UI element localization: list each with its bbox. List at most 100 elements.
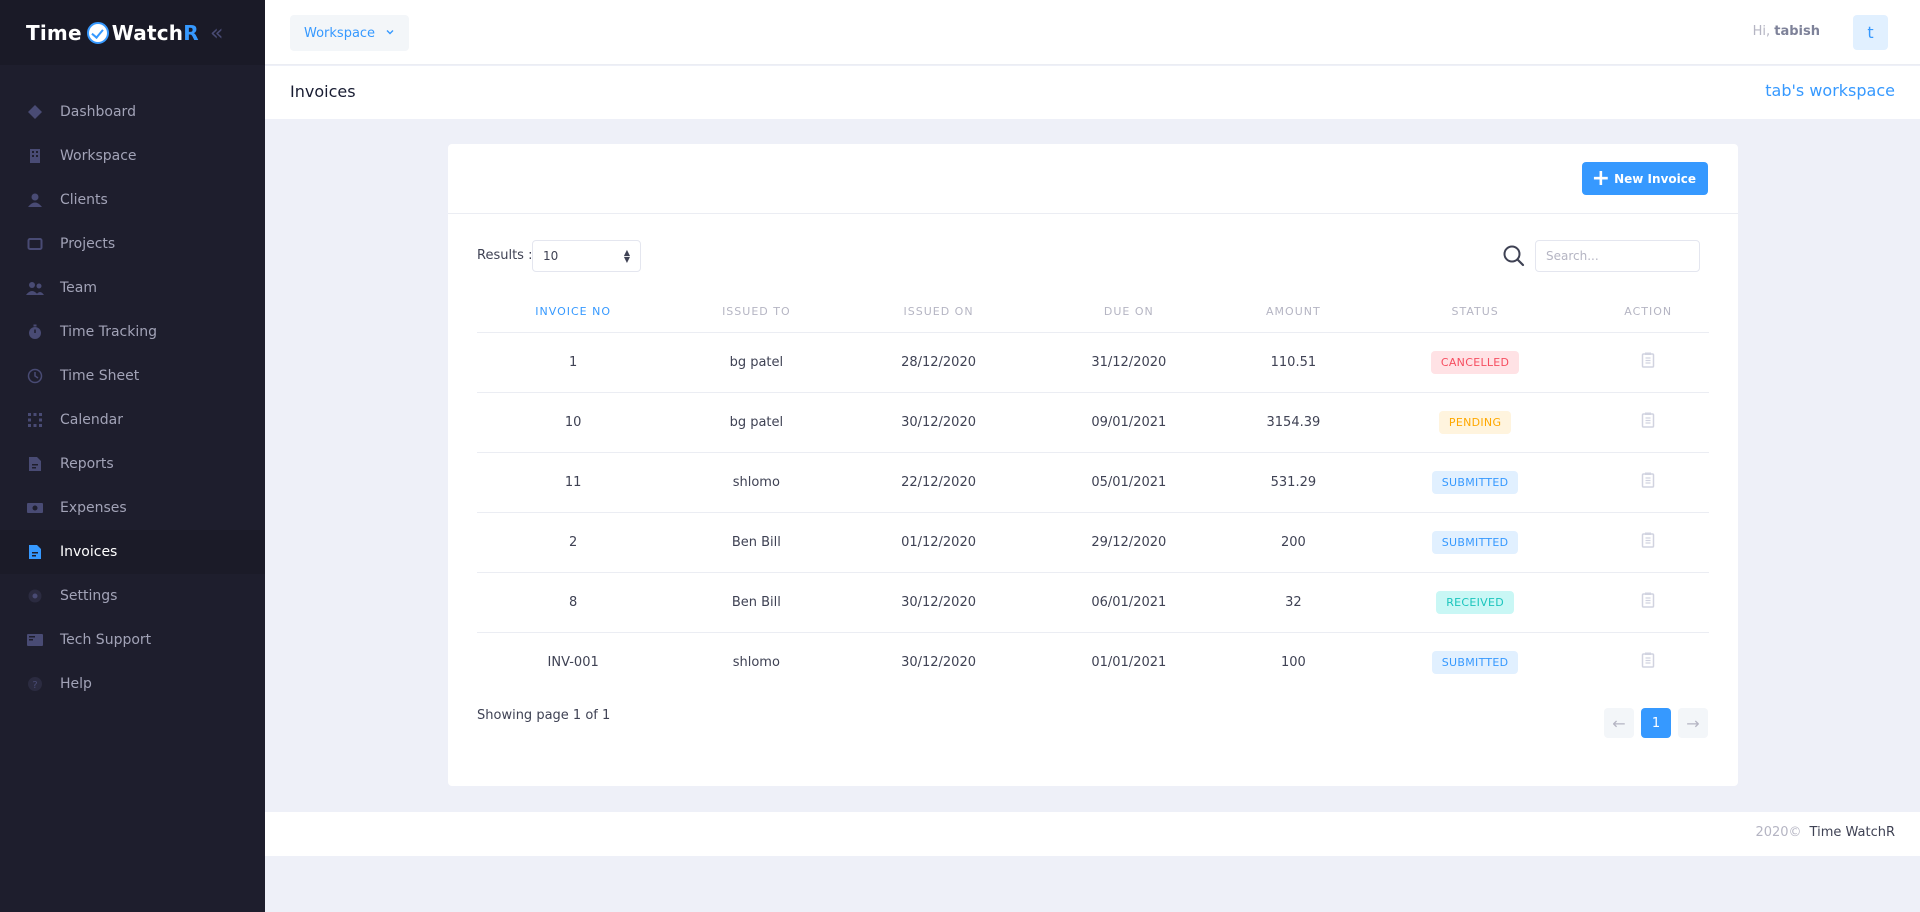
- cell-due-on: 29/12/2020: [1033, 512, 1224, 573]
- table-row[interactable]: INV-001 shlomo 30/12/2020 01/01/2021 100 SUBM…: [477, 632, 1709, 692]
- clock-check-icon: [86, 21, 109, 44]
- results-value: 10: [543, 249, 559, 263]
- sidebar-item-time-tracking[interactable]: Time Tracking: [0, 310, 265, 354]
- column-header-invoice-no[interactable]: INVOICE NO: [477, 292, 670, 333]
- sidebar-item-calendar[interactable]: Calendar: [0, 398, 265, 442]
- page-button-current[interactable]: 1: [1641, 708, 1671, 738]
- column-header-due-on[interactable]: DUE ON: [1033, 292, 1224, 333]
- cell-amount: 531.29: [1223, 452, 1363, 513]
- delete-icon[interactable]: [1641, 472, 1655, 492]
- sidebar-item-dashboard[interactable]: Dashboard: [0, 90, 265, 134]
- invoices-table: INVOICE NO ISSUED TO ISSUED ON DUE ON AMOUNT…: [477, 292, 1709, 692]
- footer-text: 2020© Time WatchR: [1755, 825, 1895, 840]
- workspace-dropdown-button[interactable]: Workspace: [290, 15, 410, 51]
- cell-issued-on: 28/12/2020: [843, 332, 1034, 393]
- support-icon: [26, 631, 44, 649]
- sidebar-item-time-sheet[interactable]: Time Sheet: [0, 354, 265, 398]
- status-badge: SUBMITTED: [1431, 530, 1519, 554]
- sidebar-item-label: Time Tracking: [60, 324, 157, 340]
- sidebar-item-expenses[interactable]: Expenses: [0, 486, 265, 530]
- sidebar-item-invoices[interactable]: Invoices: [0, 530, 265, 574]
- cell-status: SUBMITTED: [1363, 632, 1588, 692]
- sidebar-item-label: Reports: [60, 456, 114, 472]
- cell-due-on: 31/12/2020: [1033, 332, 1224, 393]
- calendar-icon: [26, 411, 44, 429]
- sidebar-item-label: Settings: [60, 588, 118, 604]
- cell-action: [1587, 452, 1709, 513]
- table-row[interactable]: 2 Ben Bill 01/12/2020 29/12/2020 200 SUBMITTE…: [477, 512, 1709, 573]
- search-icon[interactable]: [1502, 244, 1526, 272]
- table-header-row: INVOICE NO ISSUED TO ISSUED ON DUE ON AMOUNT…: [477, 292, 1709, 333]
- delete-icon[interactable]: [1641, 652, 1655, 672]
- cell-amount: 100: [1280, 654, 1306, 670]
- brand-logo[interactable]: Time Watch R: [26, 21, 199, 45]
- delete-icon[interactable]: [1641, 592, 1655, 612]
- sidebar-item-settings[interactable]: Settings: [0, 574, 265, 618]
- user-greeting[interactable]: Hi, tabish: [1753, 24, 1820, 39]
- pagination: ← 1 →: [1604, 708, 1708, 738]
- sidebar-item-workspace[interactable]: Workspace: [0, 134, 265, 178]
- status-badge: SUBMITTED: [1431, 470, 1519, 494]
- footer-brand-link[interactable]: Time WatchR: [1810, 825, 1895, 840]
- building-icon: [26, 147, 44, 165]
- results-label: Results :: [477, 248, 533, 263]
- cell-invoice-no: 11: [477, 452, 670, 513]
- avatar[interactable]: t: [1853, 15, 1888, 50]
- sidebar-item-tech-support[interactable]: Tech Support: [0, 618, 265, 662]
- new-invoice-label: New Invoice: [1614, 171, 1696, 186]
- column-header-issued-on[interactable]: ISSUED ON: [843, 292, 1034, 333]
- cell-status: SUBMITTED: [1362, 512, 1588, 573]
- sidebar-item-team[interactable]: Team: [0, 266, 265, 310]
- status-badge: CANCELLED: [1430, 350, 1520, 374]
- column-header-status[interactable]: STATUS: [1362, 292, 1588, 333]
- results-per-page-select[interactable]: 10 ▲ ▼: [532, 240, 641, 272]
- cell-action: [1587, 332, 1709, 393]
- help-icon: ?: [26, 675, 44, 693]
- cell-status: PENDING: [1362, 392, 1588, 453]
- team-icon: [26, 279, 44, 297]
- sort-arrows-icon: ▲ ▼: [623, 248, 630, 264]
- sidebar-item-projects[interactable]: Projects: [0, 222, 265, 266]
- greeting-text: Hi,: [1752, 24, 1771, 39]
- delete-icon[interactable]: [1641, 532, 1655, 552]
- invoice-icon: [26, 543, 44, 561]
- sidebar-item-label: Projects: [60, 236, 116, 252]
- cell-invoice-no: 10: [477, 392, 670, 453]
- sidebar-item-label: Workspace: [60, 148, 137, 164]
- table-row[interactable]: 8 Ben Bill 30/12/2020 06/01/2021 32 RECEIVED: [477, 572, 1709, 633]
- dashboard-icon: [26, 103, 44, 121]
- table-row[interactable]: 10 bg patel 30/12/2020 09/01/2021 3154.39 PEN…: [477, 392, 1709, 453]
- brand-text-watch: Watch: [111, 20, 184, 45]
- sidebar-item-reports[interactable]: Reports: [0, 442, 265, 486]
- delete-icon[interactable]: [1641, 352, 1655, 372]
- search-input[interactable]: [1535, 240, 1700, 272]
- table-row[interactable]: 1 bg patel 28/12/2020 31/12/2020 110.51 CANCE…: [477, 332, 1709, 393]
- next-page-icon[interactable]: →: [1678, 708, 1708, 738]
- column-header-amount[interactable]: AMOUNT: [1223, 292, 1363, 333]
- footer-year: 2020©: [1755, 825, 1802, 840]
- new-invoice-button[interactable]: + New Invoice: [1581, 162, 1708, 195]
- sidebar-item-label: Calendar: [60, 412, 123, 428]
- cell-due-on: 05/01/2021: [1033, 452, 1224, 513]
- svg-text:?: ?: [32, 680, 37, 691]
- status-badge: RECEIVED: [1436, 590, 1515, 614]
- sidebar: Time Watch R « Dashboard Workspace Clients P…: [0, 0, 265, 912]
- brand[interactable]: Time Watch R: [0, 0, 265, 65]
- delete-icon[interactable]: [1641, 412, 1655, 432]
- column-header-action[interactable]: ACTION: [1587, 292, 1709, 333]
- column-header-issued-to[interactable]: ISSUED TO: [669, 292, 844, 333]
- cell-invoice-no: 8: [477, 572, 670, 633]
- sidebar-item-clients[interactable]: Clients: [0, 178, 265, 222]
- cell-status: SUBMITTED: [1362, 452, 1588, 513]
- money-icon: [26, 499, 44, 517]
- cell-issued-to: Ben Bill: [669, 512, 844, 573]
- cell-action: [1587, 572, 1709, 633]
- user-icon: [26, 191, 44, 209]
- sidebar-item-help[interactable]: ? Help: [0, 662, 265, 706]
- brand-text-r: R: [183, 20, 199, 45]
- table-row[interactable]: 11 shlomo 22/12/2020 05/01/2021 531.29 SUBMIT…: [477, 452, 1709, 513]
- cell-issued-to: Ben Bill: [669, 572, 844, 633]
- prev-page-icon[interactable]: ←: [1604, 708, 1634, 738]
- cell-invoice-no: INV-001: [547, 654, 599, 670]
- collapse-sidebar-icon[interactable]: «: [210, 21, 224, 46]
